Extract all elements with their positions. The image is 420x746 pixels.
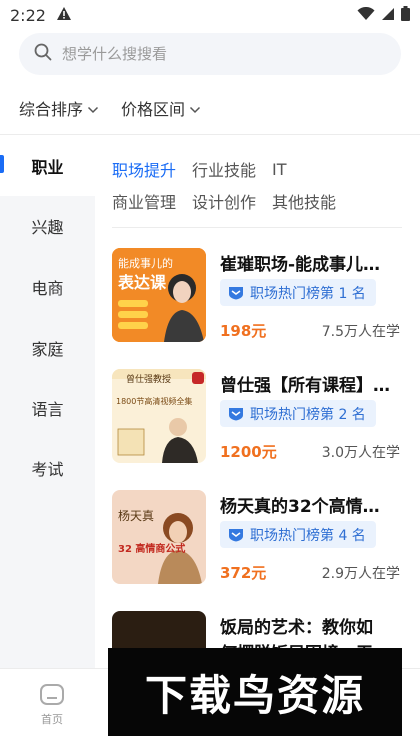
course-thumbnail: 杨天真 32 高情商公式 (112, 490, 206, 584)
signal-icon (381, 6, 395, 25)
thumbnail-caption: 曾仕强教授 (126, 373, 171, 385)
search-bar[interactable] (19, 33, 401, 75)
course-card[interactable]: 能成事儿的 表达课 崔璀职场-能成事儿… 职场热门榜第 1 名 198元 7.5… (112, 248, 404, 342)
nav-home[interactable]: 首页 (30, 683, 74, 727)
chip-it[interactable]: IT (272, 160, 287, 179)
course-thumbnail-art: 曾仕强教授 1800节高清视频全集 (112, 369, 206, 463)
search-icon (34, 43, 52, 65)
course-thumbnail-art: 能成事儿的 表达课 (112, 248, 206, 342)
price-filter[interactable]: 价格区间 (121, 96, 201, 120)
warning-icon (56, 6, 72, 25)
sort-filter[interactable]: 综合排序 (19, 96, 99, 120)
thumbnail-caption: 32 高情商公式 (118, 542, 185, 555)
rank-badge-label: 职场热门榜第 4 名 (250, 527, 366, 544)
chip-industry-skills[interactable]: 行业技能 (192, 157, 256, 181)
rank-shield-icon (229, 528, 243, 541)
chip-row: 商业管理 设计创作 其他技能 (112, 185, 412, 217)
thumbnail-caption: 表达课 (117, 273, 167, 292)
course-learners: 7.5万人在学 (321, 324, 400, 340)
rank-badge: 职场热门榜第 2 名 (220, 400, 376, 427)
wifi-icon (357, 6, 375, 25)
thumbnail-caption: 1800节高清视频全集 (116, 396, 192, 406)
course-card[interactable]: 曾仕强教授 1800节高清视频全集 曾仕强【所有课程】… 职场热门榜第 2 名 … (112, 369, 404, 463)
chip-career-growth[interactable]: 职场提升 (112, 157, 176, 181)
status-indicators (357, 5, 410, 25)
filter-divider (0, 134, 420, 135)
chevron-down-icon (87, 99, 99, 118)
chip-divider (112, 227, 402, 228)
course-learners: 2.9万人在学 (321, 566, 400, 582)
nav-home-label: 首页 (41, 713, 63, 726)
rank-badge: 职场热门榜第 4 名 (220, 521, 376, 548)
search-input[interactable] (62, 45, 362, 63)
sidebar-item-exam[interactable]: 考试 (0, 448, 95, 488)
chip-other-skills[interactable]: 其他技能 (272, 189, 336, 213)
rank-badge-label: 职场热门榜第 1 名 (250, 285, 366, 302)
rank-badge: 职场热门榜第 1 名 (220, 279, 376, 306)
course-thumbnail-art: 杨天真 32 高情商公式 (112, 490, 206, 584)
thumbnail-caption: 能成事儿的 (118, 256, 173, 270)
watermark-text: 下载鸟资源 (144, 670, 365, 720)
course-thumbnail: 曾仕强教授 1800节高清视频全集 (112, 369, 206, 463)
home-icon (40, 684, 64, 705)
sort-filter-label: 综合排序 (19, 100, 84, 119)
chip-row: 职场提升 行业技能 IT (112, 153, 412, 185)
course-thumbnail: 能成事儿的 表达课 (112, 248, 206, 342)
sidebar-item-family[interactable]: 家庭 (0, 328, 95, 368)
course-title: 饭局的艺术：教你如 (220, 618, 373, 638)
battery-icon (401, 5, 410, 25)
sidebar-item-language[interactable]: 语言 (0, 388, 95, 428)
watermark-overlay: 下载鸟资源 (108, 648, 402, 736)
rank-shield-icon (229, 286, 243, 299)
category-sidebar: 职业 兴趣 电商 家庭 语言 考试 (0, 136, 95, 668)
rank-badge-label: 职场热门榜第 2 名 (250, 406, 366, 423)
subcategory-chips: 职场提升 行业技能 IT 商业管理 设计创作 其他技能 (112, 153, 412, 217)
course-title: 崔璀职场-能成事儿… (220, 255, 381, 275)
chevron-down-icon (189, 99, 201, 118)
sidebar-active-indicator (0, 155, 4, 173)
course-price: 198元 (220, 322, 267, 340)
rank-shield-icon (229, 407, 243, 420)
filter-bar: 综合排序 价格区间 (19, 96, 201, 120)
course-price: 372元 (220, 564, 267, 582)
course-price: 1200元 (220, 443, 277, 461)
sidebar-item-ecommerce[interactable]: 电商 (0, 267, 95, 307)
course-learners: 3.0万人在学 (321, 445, 400, 461)
chip-business-management[interactable]: 商业管理 (112, 189, 176, 213)
sidebar-item-interest[interactable]: 兴趣 (0, 206, 95, 246)
price-filter-label: 价格区间 (121, 100, 186, 119)
thumbnail-caption: 杨天真 (118, 508, 154, 523)
course-title: 杨天真的32个高情… (220, 497, 380, 517)
status-time: 2:22 (10, 5, 46, 25)
sidebar-item-career[interactable]: 职业 (0, 146, 95, 186)
chip-design-creation[interactable]: 设计创作 (192, 189, 256, 213)
course-card[interactable]: 杨天真 32 高情商公式 杨天真的32个高情… 职场热门榜第 4 名 372元 … (112, 490, 404, 584)
course-title: 曾仕强【所有课程】… (220, 376, 390, 396)
status-bar: 2:22 (0, 0, 420, 30)
